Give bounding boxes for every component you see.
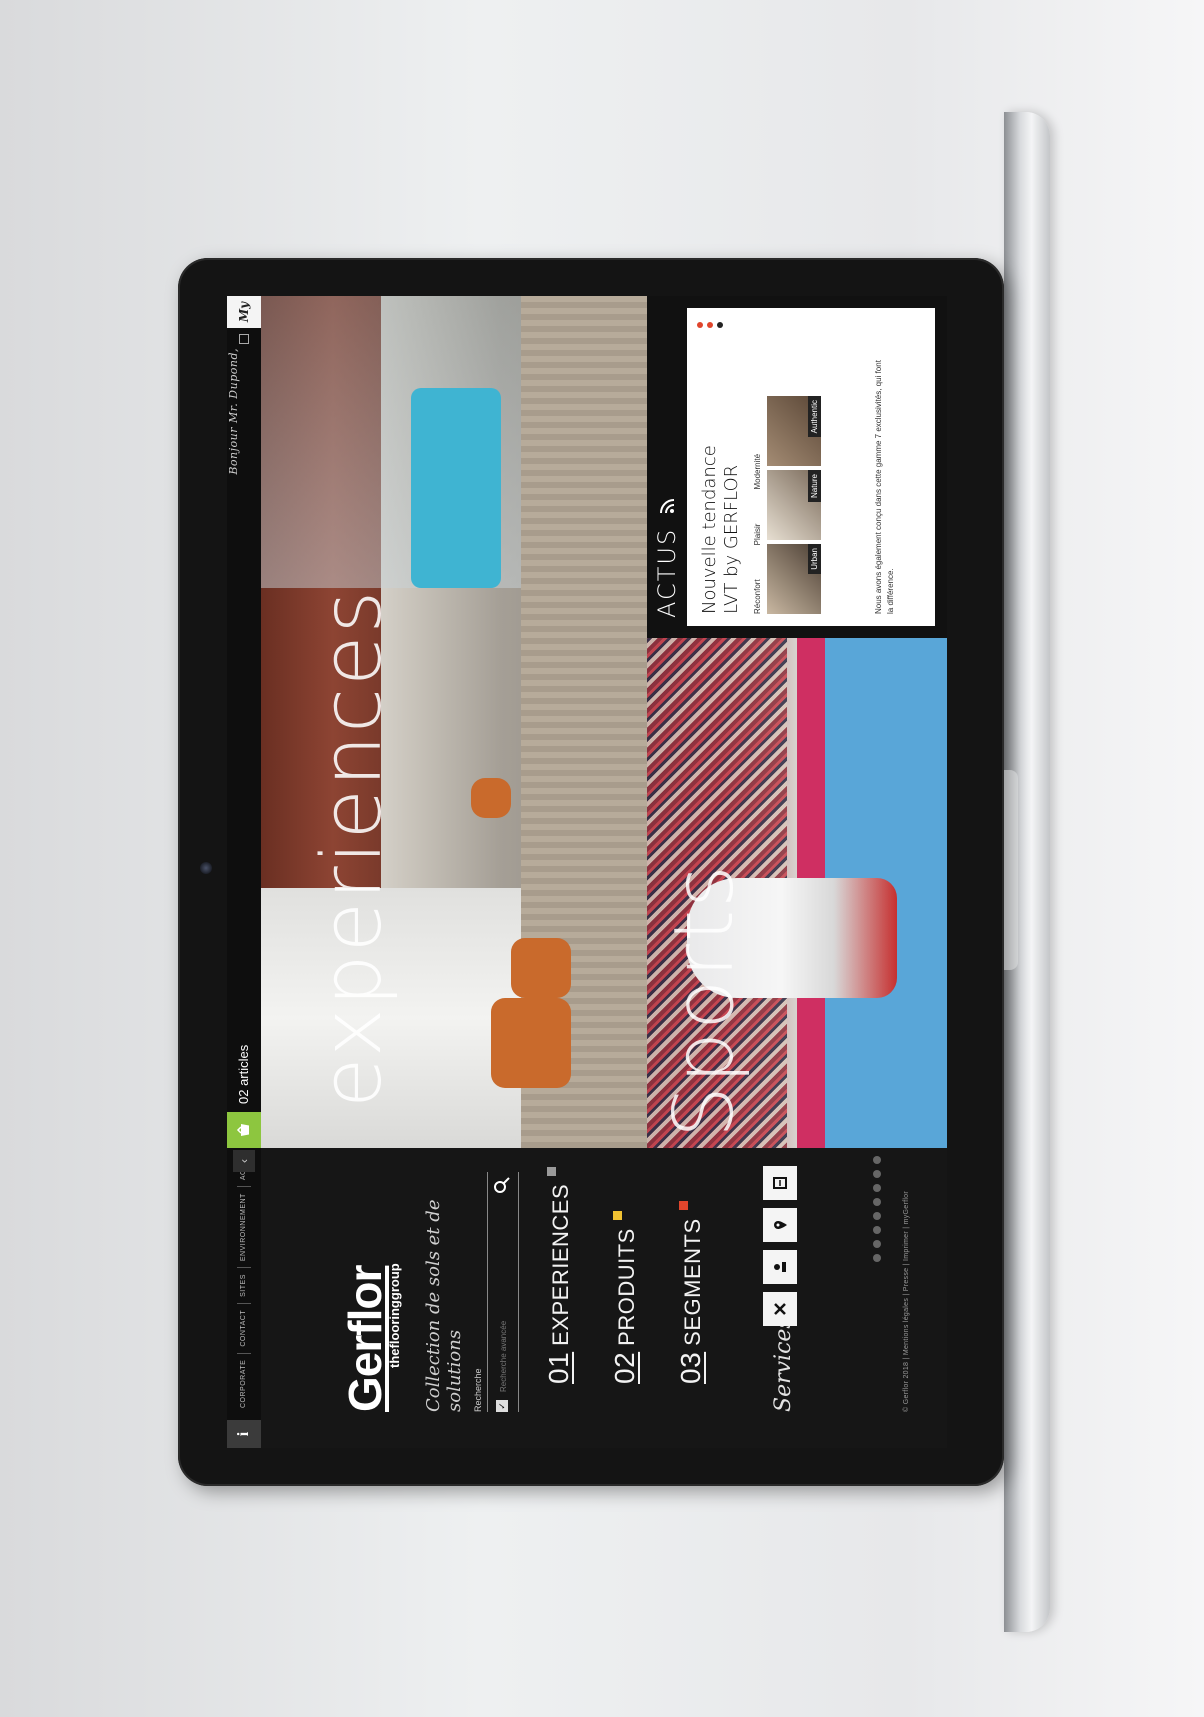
- photo-sofa: [411, 388, 501, 588]
- menu-number: 02: [609, 1351, 640, 1384]
- actus-title: ACTUS: [653, 527, 681, 618]
- menu-label: SEGMENTS: [680, 1218, 705, 1346]
- social-links: [873, 1156, 881, 1262]
- linkedin-icon[interactable]: [873, 1212, 881, 1220]
- news-title[interactable]: Nouvelle tendance LVT by GERFLOR: [699, 444, 743, 614]
- tag-urban: Urban: [808, 544, 821, 574]
- footer-links[interactable]: © Gerflor 2018 | Mentions légales | Pres…: [903, 1191, 910, 1412]
- search-input[interactable]: [494, 1200, 512, 1394]
- gerflor-logo[interactable]: Gerflor theflooringgroup: [339, 1263, 403, 1412]
- experiences-color-dot: [547, 1166, 556, 1176]
- search-box: ✓: [487, 1172, 519, 1412]
- pinterest-icon[interactable]: [873, 1254, 881, 1262]
- twitter-icon[interactable]: [873, 1240, 881, 1248]
- nav-sites[interactable]: SITES: [237, 1267, 251, 1303]
- news-thumbnail[interactable]: Nature: [767, 470, 821, 540]
- tag-nature: Nature: [808, 470, 821, 503]
- vimeo-icon[interactable]: [873, 1226, 881, 1234]
- nav-environnement[interactable]: ENVIRONNEMENT: [237, 1186, 251, 1268]
- news-thumbnail[interactable]: Authentic: [767, 396, 821, 466]
- basket-button[interactable]: [227, 1112, 261, 1148]
- location-icon: [774, 1221, 787, 1229]
- logout-icon[interactable]: [239, 334, 249, 344]
- logo-text: Gerflor: [339, 1265, 391, 1412]
- sports-title: Sports: [657, 863, 752, 1138]
- label-modernite: Modernité: [753, 453, 762, 490]
- menu-produits[interactable]: 02 PRODUITS: [609, 1211, 641, 1384]
- youtube-icon[interactable]: [873, 1198, 881, 1206]
- collapse-button[interactable]: ‹: [233, 1150, 255, 1172]
- google-plus-icon[interactable]: [873, 1184, 881, 1192]
- service-location-button[interactable]: [763, 1208, 797, 1242]
- advanced-search-checkbox[interactable]: ✓: [496, 1400, 508, 1412]
- top-nav: CORPORATE CONTACT SITES ENVIRONNEMENT AC…: [227, 1148, 261, 1414]
- carousel-dots: [697, 322, 723, 328]
- laptop-notch: [1004, 770, 1018, 970]
- label-plaisir: Plaisir: [753, 523, 762, 546]
- menu-experiences[interactable]: 01 EXPERIENCES: [543, 1166, 575, 1384]
- menu-number: 03: [675, 1351, 706, 1384]
- menu-label: EXPERIENCES: [548, 1183, 573, 1346]
- actus-header[interactable]: ACTUS: [647, 296, 687, 638]
- nav-contact[interactable]: CONTACT: [237, 1302, 251, 1353]
- tag-authentic: Authentic: [808, 396, 821, 438]
- user-greeting: Bonjour Mr. Dupond,: [227, 348, 240, 475]
- photo-chair: [471, 778, 511, 818]
- news-card[interactable]: Nouvelle tendance LVT by GERFLOR Réconfo…: [687, 308, 935, 626]
- menu-number: 01: [543, 1351, 574, 1384]
- photo-chair: [511, 938, 571, 998]
- news-thumbnail[interactable]: Urban: [767, 544, 821, 614]
- label-reconfort: Réconfort: [753, 579, 762, 614]
- screen: i CORPORATE CONTACT SITES ENVIRONNEMENT …: [227, 296, 947, 1448]
- segments-color-dot: [679, 1201, 688, 1211]
- experiences-title: experiences: [305, 588, 400, 1108]
- news-labels: Réconfort Plaisir Modernité: [753, 454, 762, 614]
- tools-icon: [774, 1303, 786, 1315]
- chevron-left-icon: ‹: [237, 1159, 251, 1163]
- facebook-icon[interactable]: [873, 1170, 881, 1178]
- carousel-dot[interactable]: [717, 322, 723, 328]
- my-gerflor-button[interactable]: My: [227, 296, 261, 328]
- user-network-icon: [774, 1262, 786, 1272]
- photo-chair: [491, 998, 571, 1088]
- menu-segments[interactable]: 03 SEGMENTS: [675, 1201, 707, 1384]
- service-document-button[interactable]: [763, 1166, 797, 1200]
- articles-count[interactable]: 02 articles: [227, 1045, 261, 1104]
- sidebar: Gerflor theflooringgroup Collection de s…: [261, 1148, 947, 1448]
- sports-panel[interactable]: Sports: [647, 638, 947, 1148]
- search-icon[interactable]: [493, 1176, 511, 1194]
- website: i CORPORATE CONTACT SITES ENVIRONNEMENT …: [227, 296, 947, 1448]
- logo-subtext: theflooringgroup: [387, 1263, 402, 1368]
- carousel-dot[interactable]: [707, 322, 713, 328]
- carousel-dot[interactable]: [697, 322, 703, 328]
- tagline: Collection de sols et de solutions: [423, 1199, 465, 1412]
- rss-icon[interactable]: [659, 498, 675, 514]
- info-button[interactable]: i: [227, 1420, 261, 1448]
- service-network-button[interactable]: [763, 1250, 797, 1284]
- actus-panel: ACTUS Nouvelle tendance LVT by GERFLOR R…: [647, 296, 947, 638]
- experiences-panel[interactable]: experiences: [261, 296, 647, 1148]
- service-tools-button[interactable]: [763, 1292, 797, 1326]
- search-label: Recherche: [473, 1368, 483, 1412]
- top-bar: i CORPORATE CONTACT SITES ENVIRONNEMENT …: [227, 296, 261, 1448]
- news-description: Nous avons également conçu dans cette ga…: [874, 360, 895, 614]
- menu-label: PRODUITS: [614, 1228, 639, 1346]
- document-icon: [773, 1177, 787, 1189]
- camera-icon: [200, 862, 212, 874]
- services-label: Services: [771, 1317, 796, 1412]
- blog-icon[interactable]: [873, 1156, 881, 1164]
- nav-corporate[interactable]: CORPORATE: [237, 1352, 251, 1414]
- basket-icon: [236, 1124, 249, 1136]
- produits-color-dot: [613, 1211, 622, 1221]
